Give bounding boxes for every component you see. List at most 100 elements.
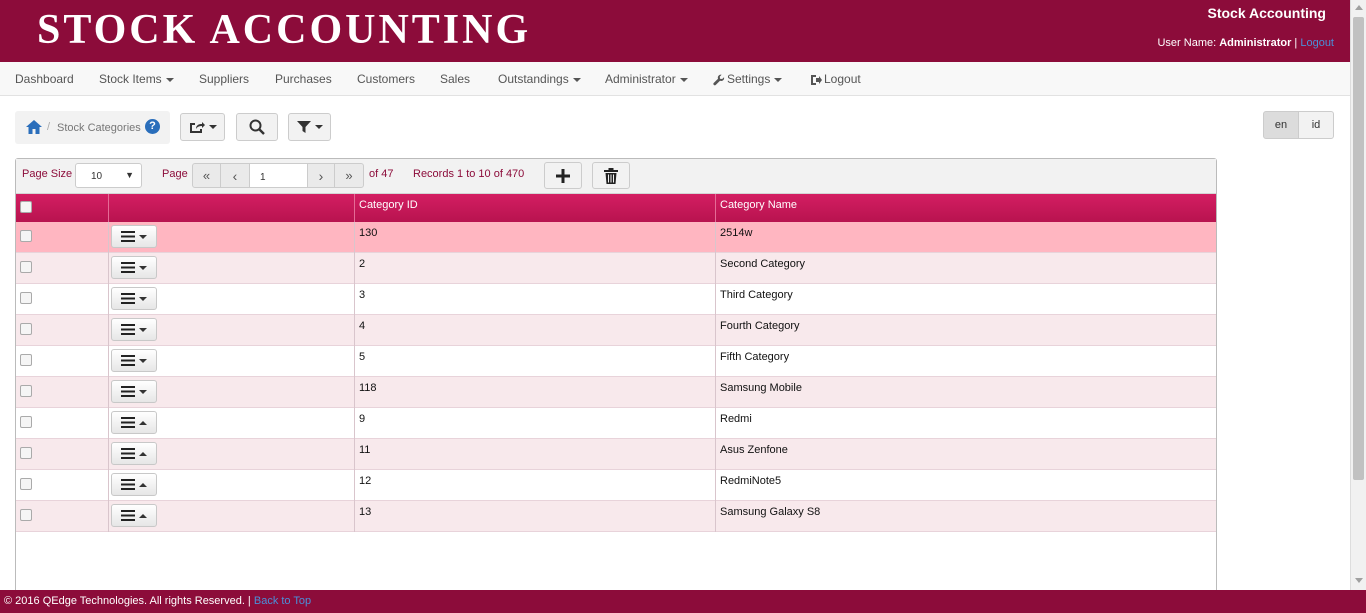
scroll-down-arrow-icon[interactable] — [1355, 578, 1363, 583]
page-label: Page — [162, 168, 188, 180]
table-row[interactable]: 12 RedmiNote5 — [16, 470, 1216, 501]
first-page-button[interactable]: « — [192, 163, 221, 188]
row-select-cell — [16, 222, 157, 253]
breadcrumb-separator: / — [47, 121, 51, 133]
row-select-cell — [16, 377, 157, 408]
page-number-input[interactable]: 1 — [249, 163, 308, 188]
table-row[interactable]: 11 Asus Zenfone — [16, 439, 1216, 470]
footer: © 2016 QEdge Technologies. All rights Re… — [0, 590, 1366, 613]
prev-page-button[interactable]: ‹ — [220, 163, 250, 188]
table-row[interactable]: 3 Third Category — [16, 284, 1216, 315]
category-id-cell: 130 — [354, 222, 715, 253]
nav-settings[interactable]: Settings — [713, 62, 783, 96]
table-row[interactable]: 118 Samsung Mobile — [16, 377, 1216, 408]
double-chevron-left-icon: « — [202, 168, 211, 183]
row-select-cell — [16, 253, 157, 284]
nav-purchases-label: Purchases — [275, 72, 332, 86]
nav-suppliers[interactable]: Suppliers — [199, 62, 249, 96]
logout-icon — [811, 74, 822, 85]
user-info: User Name: Administrator | Logout — [1157, 37, 1334, 49]
pager: Page Size 10 ▼ Page « ‹ 1 › » of 47 Reco… — [16, 159, 1216, 194]
table-row[interactable]: 4 Fourth Category — [16, 315, 1216, 346]
add-button[interactable] — [544, 162, 582, 189]
page-size-select[interactable]: 10 ▼ — [75, 163, 142, 188]
row-actions-cell — [108, 253, 354, 284]
table-row[interactable]: 130 2514w — [16, 222, 1216, 253]
row-select-cell — [16, 408, 157, 439]
chevron-right-icon: › — [318, 167, 324, 184]
table-row[interactable]: 9 Redmi — [16, 408, 1216, 439]
select-all-header — [16, 194, 108, 222]
row-checkbox[interactable] — [20, 447, 32, 459]
help-icon[interactable]: ? — [145, 119, 160, 134]
category-id-cell: 13 — [354, 501, 715, 532]
nav-sales[interactable]: Sales — [440, 62, 470, 96]
nav-dashboard[interactable]: Dashboard — [15, 62, 74, 96]
row-checkbox[interactable] — [20, 478, 32, 490]
home-icon[interactable] — [25, 119, 43, 135]
chevron-down-icon — [679, 77, 688, 82]
search-icon — [249, 119, 265, 135]
category-name-cell: RedmiNote5 — [715, 470, 1216, 501]
row-checkbox[interactable] — [20, 292, 32, 304]
page-number-value: 1 — [260, 172, 266, 183]
header-logout-link[interactable]: Logout — [1300, 37, 1334, 49]
nav-administrator[interactable]: Administrator — [605, 62, 688, 96]
lang-en-button[interactable]: en — [1263, 111, 1299, 139]
back-to-top-link[interactable]: Back to Top — [254, 595, 311, 607]
scroll-up-arrow-icon[interactable] — [1355, 5, 1363, 10]
search-button[interactable] — [236, 113, 278, 141]
lang-id-button[interactable]: id — [1298, 111, 1334, 139]
vertical-scrollbar[interactable] — [1350, 0, 1366, 590]
category-name-cell: Samsung Mobile — [715, 377, 1216, 408]
plus-icon — [556, 168, 570, 183]
category-name-cell: Second Category — [715, 253, 1216, 284]
row-actions-cell — [108, 346, 354, 377]
brand-title: STOCK ACCOUNTING — [37, 7, 532, 53]
export-button[interactable] — [180, 113, 225, 141]
category-name-cell: Redmi — [715, 408, 1216, 439]
row-checkbox[interactable] — [20, 230, 32, 242]
select-all-checkbox[interactable] — [20, 201, 32, 213]
nav-outstandings[interactable]: Outstandings — [498, 62, 581, 96]
filter-button[interactable] — [288, 113, 331, 141]
nav-purchases[interactable]: Purchases — [275, 62, 332, 96]
nav-outstandings-label: Outstandings — [498, 72, 569, 86]
table-row[interactable]: 13 Samsung Galaxy S8 — [16, 501, 1216, 532]
row-select-cell — [16, 346, 157, 377]
breadcrumb: / Stock Categories ? — [15, 111, 170, 144]
scrollbar-thumb[interactable] — [1353, 17, 1364, 480]
column-header-category-id[interactable]: Category ID — [354, 194, 715, 222]
nav-dashboard-label: Dashboard — [15, 72, 74, 86]
nav-logout[interactable]: Logout — [810, 62, 861, 96]
main-navbar: Dashboard Stock Items Suppliers Purchase… — [0, 62, 1350, 96]
delete-button[interactable] — [592, 162, 630, 189]
table-row[interactable]: 5 Fifth Category — [16, 346, 1216, 377]
row-actions-cell — [108, 439, 354, 470]
category-id-cell: 2 — [354, 253, 715, 284]
row-checkbox[interactable] — [20, 354, 32, 366]
last-page-button[interactable]: » — [334, 163, 364, 188]
category-name-cell: Third Category — [715, 284, 1216, 315]
next-page-button[interactable]: › — [307, 163, 335, 188]
wrench-icon — [713, 74, 725, 86]
row-checkbox[interactable] — [20, 323, 32, 335]
column-header-category-name[interactable]: Category Name — [715, 194, 1216, 222]
share-icon — [189, 122, 205, 133]
category-id-cell: 11 — [354, 439, 715, 470]
row-actions-cell — [108, 377, 354, 408]
user-name: Administrator — [1219, 37, 1292, 49]
row-actions-cell — [108, 284, 354, 315]
nav-settings-label: Settings — [727, 72, 771, 86]
table-row[interactable]: 2 Second Category — [16, 253, 1216, 284]
row-checkbox[interactable] — [20, 509, 32, 521]
row-actions-cell — [108, 222, 354, 253]
grid-panel: Page Size 10 ▼ Page « ‹ 1 › » of 47 Reco… — [15, 158, 1217, 598]
nav-customers[interactable]: Customers — [357, 62, 415, 96]
row-checkbox[interactable] — [20, 261, 32, 273]
row-checkbox[interactable] — [20, 416, 32, 428]
nav-stock-items[interactable]: Stock Items — [99, 62, 174, 96]
category-name-cell: Asus Zenfone — [715, 439, 1216, 470]
table-header: Category ID Category Name — [16, 194, 1216, 222]
row-checkbox[interactable] — [20, 385, 32, 397]
